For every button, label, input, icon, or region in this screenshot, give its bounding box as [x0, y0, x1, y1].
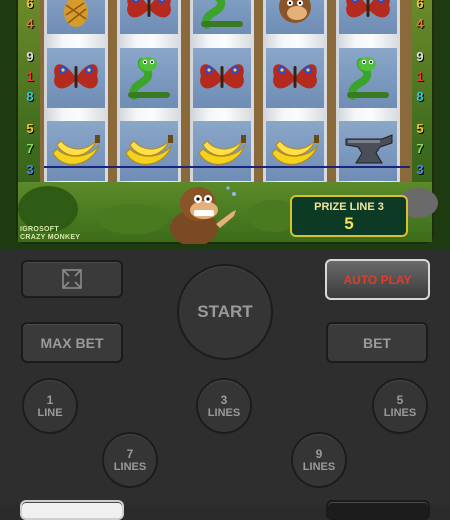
- lines-label: LINES: [207, 406, 241, 419]
- bottom-left-button[interactable]: [20, 500, 124, 520]
- reel-symbol-butterfly: [339, 0, 397, 34]
- line-number-right: 8: [416, 89, 424, 104]
- reel-symbol-monkey: [266, 0, 324, 34]
- reel-symbol-banana: [120, 121, 178, 181]
- snake-icon: [347, 57, 389, 100]
- line-number-left: 3: [26, 162, 34, 177]
- bottom-right-button[interactable]: [326, 500, 430, 520]
- reel-symbol-snake: [193, 0, 251, 34]
- line-number-left: 4: [26, 16, 34, 31]
- banana-icon: [125, 135, 173, 165]
- reel-symbol-banana: [193, 121, 251, 181]
- line-number-right: 1: [416, 69, 424, 84]
- banana-icon: [52, 135, 100, 165]
- butterfly-icon: [346, 0, 390, 18]
- butterfly-icon: [200, 64, 244, 89]
- lines-label: LINE: [37, 406, 63, 419]
- lines-3-button[interactable]: 3 LINES: [196, 378, 252, 434]
- lines-count: 3: [220, 392, 228, 407]
- win-line-3: [44, 166, 410, 168]
- prize-display: PRIZE LINE 3 5: [290, 195, 408, 237]
- reel-symbol-banana: [47, 121, 105, 181]
- reel-symbol-banana: [266, 121, 324, 181]
- fullscreen-button[interactable]: [21, 260, 123, 298]
- lines-7-button[interactable]: 7 LINES: [102, 432, 158, 488]
- monkey-icon: [170, 186, 236, 244]
- anvil-icon: [345, 134, 393, 164]
- line-number-left: 7: [26, 141, 34, 156]
- line-number-right: 4: [416, 16, 424, 31]
- reel-symbol-anvil: [339, 121, 397, 181]
- lines-count: 9: [315, 446, 323, 461]
- butterfly-icon: [273, 64, 317, 89]
- game-screen: 6 4 9 1 8 5 7 3 6 4 9 1 8 5 7 3 IGROSOFT: [0, 0, 450, 250]
- lines-count: 5: [396, 392, 404, 407]
- butterfly-icon: [127, 0, 171, 18]
- butterfly-icon: [54, 64, 98, 89]
- line-number-right: 7: [416, 141, 424, 156]
- lines-5-button[interactable]: 5 LINES: [372, 378, 428, 434]
- lines-count: 7: [126, 446, 134, 461]
- banana-icon: [198, 135, 246, 165]
- snake-icon: [201, 0, 243, 29]
- game-logo: IGROSOFT CRAZY MONKEY: [20, 226, 80, 242]
- line-number-right: 9: [416, 49, 424, 64]
- logo-line-2: CRAZY MONKEY: [20, 234, 81, 241]
- reel-symbol-snake: [339, 48, 397, 108]
- monkey-icon: [279, 0, 311, 23]
- reel-symbol-butterfly: [193, 48, 251, 108]
- lines-count: 1: [46, 392, 54, 407]
- snake-icon: [128, 57, 170, 100]
- line-number-left: 1: [26, 69, 34, 84]
- pineapple-icon: [64, 0, 88, 27]
- line-number-right: 3: [416, 162, 424, 177]
- lines-label: LINES: [383, 406, 417, 419]
- line-number-left: 6: [26, 0, 34, 11]
- line-number-left: 5: [26, 121, 34, 136]
- prize-label: PRIZE LINE 3: [314, 201, 384, 213]
- lines-9-button[interactable]: 9 LINES: [291, 432, 347, 488]
- lines-1-button[interactable]: 1 LINE: [22, 378, 78, 434]
- reel-symbol-butterfly: [120, 0, 178, 34]
- bet-button[interactable]: BET: [326, 322, 428, 363]
- prize-value: 5: [344, 214, 354, 233]
- auto-play-button[interactable]: AUTO PLAY: [325, 259, 430, 300]
- start-button[interactable]: START: [177, 264, 273, 360]
- lines-label: LINES: [302, 460, 336, 473]
- logo-line-1: IGROSOFT: [20, 226, 59, 233]
- max-bet-button[interactable]: MAX BET: [21, 322, 123, 363]
- reel-symbol-butterfly: [47, 48, 105, 108]
- line-number-right: 5: [416, 121, 424, 136]
- banana-icon: [271, 135, 319, 165]
- line-number-right: 6: [416, 0, 424, 11]
- line-number-left: 8: [26, 89, 34, 104]
- reel-symbol-pineapple: [47, 0, 105, 34]
- line-number-left: 9: [26, 49, 34, 64]
- start-label: START: [197, 302, 253, 321]
- reel-symbol-butterfly: [266, 48, 324, 108]
- reel-symbol-snake: [120, 48, 178, 108]
- lines-label: LINES: [113, 460, 147, 473]
- fullscreen-icon: [62, 269, 82, 289]
